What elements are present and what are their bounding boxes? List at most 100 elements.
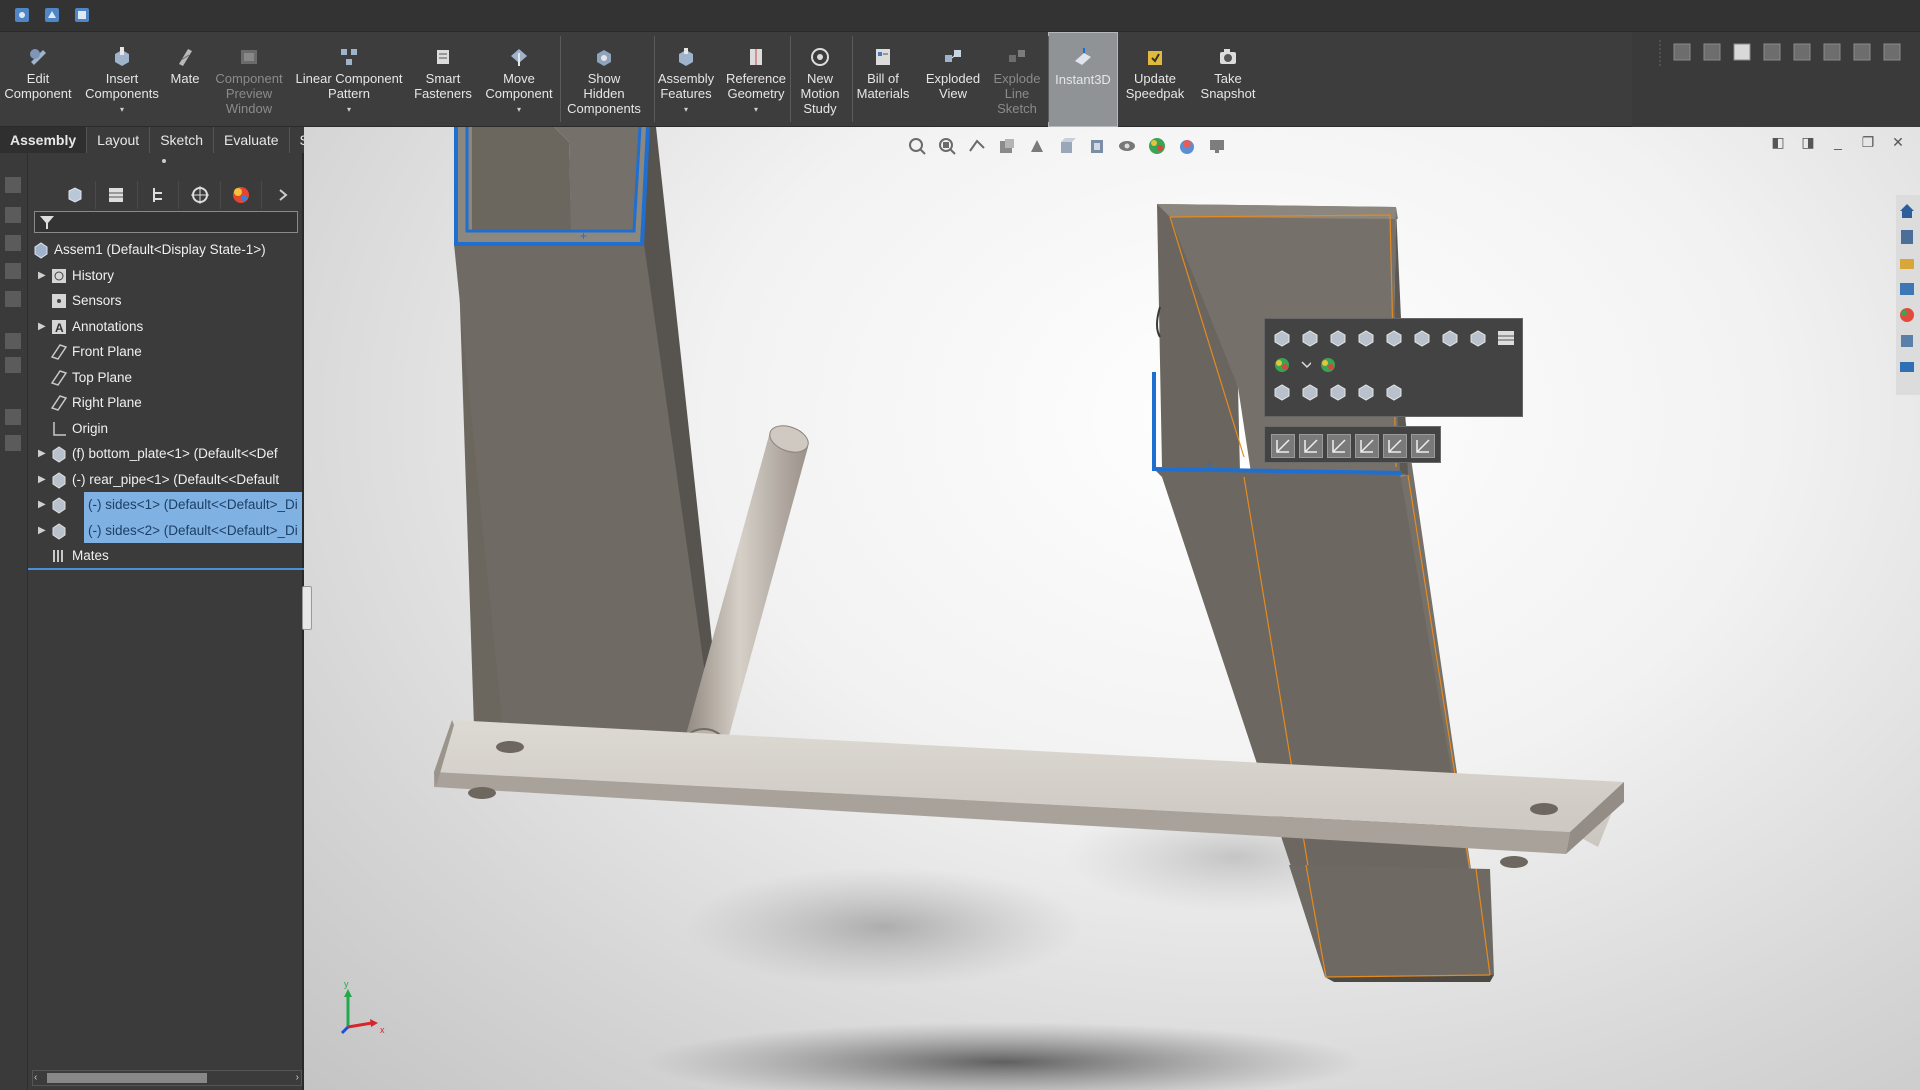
parallel-icon[interactable] xyxy=(1299,434,1323,458)
tree-node[interactable]: Top Plane xyxy=(28,365,304,391)
dynamic-annotation-icon[interactable] xyxy=(1025,135,1049,157)
expand-arrow-icon[interactable]: ▶ xyxy=(38,467,48,493)
linear-pattern-button[interactable]: Linear Component Pattern ▾ xyxy=(288,32,410,127)
assembly-features-button[interactable]: Assembly Features ▾ xyxy=(652,32,720,127)
edit-part-icon[interactable] xyxy=(1299,327,1321,349)
transparency-icon[interactable] xyxy=(1355,381,1377,403)
snapshot-button[interactable]: Take Snapshot xyxy=(1192,32,1264,127)
speedpak-button[interactable]: Update Speedpak xyxy=(1120,32,1190,127)
expand-arrow-icon[interactable]: ▶ xyxy=(38,518,48,544)
expand-tabs-icon[interactable] xyxy=(262,181,304,209)
scroll-right-icon[interactable]: › xyxy=(296,1072,299,1083)
tree-node[interactable]: ▶ (-) sides<1> (Default<<Default>_Di xyxy=(28,492,304,518)
isolate-icon[interactable] xyxy=(1271,381,1293,403)
insert-component-icon[interactable] xyxy=(1411,327,1433,349)
edit-component-button[interactable]: Edit Component xyxy=(0,32,76,127)
design-library-icon[interactable] xyxy=(1896,225,1918,249)
zoom-to-area-icon[interactable] xyxy=(935,135,959,157)
section-view-icon[interactable] xyxy=(995,135,1019,157)
distance-icon[interactable] xyxy=(1383,434,1407,458)
tree-node[interactable]: ▶ (-) sides<2> (Default<<Default>_Di xyxy=(28,517,304,544)
edit-appearance-icon[interactable] xyxy=(1145,135,1169,157)
close-icon[interactable]: ✕ xyxy=(1890,134,1906,150)
zoom-to-fit-icon[interactable] xyxy=(905,135,929,157)
panel-splitter[interactable] xyxy=(302,586,312,630)
appearances-icon[interactable] xyxy=(1896,303,1918,327)
lock-icon[interactable] xyxy=(1355,434,1379,458)
file-explorer-icon[interactable] xyxy=(1896,251,1918,275)
tab-sketch[interactable]: Sketch xyxy=(150,127,215,153)
minimize-icon[interactable]: _ xyxy=(1830,134,1846,150)
assembly-model-view[interactable]: + + xyxy=(304,127,1920,1090)
normal-to-icon[interactable] xyxy=(1327,381,1349,403)
smart-fasteners-button[interactable]: Smart Fasteners xyxy=(412,32,474,127)
hide-components-icon[interactable] xyxy=(1383,327,1405,349)
custom-properties-icon[interactable] xyxy=(1896,329,1918,353)
open-part-icon[interactable] xyxy=(1271,327,1293,349)
perpendicular-icon[interactable] xyxy=(1327,434,1351,458)
panel-grip[interactable] xyxy=(162,159,166,163)
display-manager-tab-icon[interactable] xyxy=(221,181,263,209)
view-settings-icon[interactable] xyxy=(1205,135,1229,157)
assembly-options-icon[interactable] xyxy=(40,4,64,26)
tree-node[interactable]: Origin xyxy=(28,416,304,442)
table-icon[interactable] xyxy=(1495,327,1517,349)
property-manager-tab-icon[interactable] xyxy=(96,181,138,209)
chevron-down-icon[interactable] xyxy=(1299,354,1311,376)
previous-view-icon[interactable] xyxy=(965,135,989,157)
tree-node[interactable]: ▶ (f) bottom_plate<1> (Default<<Def xyxy=(28,441,304,467)
bom-button[interactable]: Bill of Materials xyxy=(852,32,914,127)
tile-right-icon[interactable]: ◨ xyxy=(1800,134,1816,150)
appearance-edit-icon[interactable] xyxy=(1317,354,1339,376)
tree-filter-input[interactable] xyxy=(34,211,298,233)
chevron-down-icon[interactable]: ▾ xyxy=(684,102,688,117)
configuration-manager-tab-icon[interactable] xyxy=(138,181,180,209)
component-props-icon[interactable] xyxy=(1327,327,1349,349)
view-orientation-small-icon[interactable] xyxy=(1383,381,1405,403)
expand-arrow-icon[interactable]: ▶ xyxy=(38,441,48,467)
assembly-doc-icon[interactable] xyxy=(10,4,34,26)
display-style-icon[interactable] xyxy=(1085,135,1109,157)
insert-components-button[interactable]: Insert Components ▾ xyxy=(78,32,166,127)
view-palette-icon[interactable] xyxy=(1896,277,1918,301)
dimxpert-manager-tab-icon[interactable] xyxy=(179,181,221,209)
appearance-icon[interactable] xyxy=(1271,354,1293,376)
reference-geometry-button[interactable]: Reference Geometry ▾ xyxy=(722,32,790,127)
apply-scene-icon[interactable] xyxy=(1175,135,1199,157)
angle-icon[interactable] xyxy=(1411,434,1435,458)
tree-node[interactable]: Right Plane xyxy=(28,390,304,416)
exploded-view-button[interactable]: Exploded View xyxy=(918,32,988,127)
tab-layout[interactable]: Layout xyxy=(87,127,151,153)
motion-study-button[interactable]: New Motion Study xyxy=(790,32,850,127)
expand-arrow-icon[interactable]: ▶ xyxy=(38,263,48,289)
mate-small-icon[interactable] xyxy=(1355,327,1377,349)
chevron-down-icon[interactable]: ▾ xyxy=(754,102,758,117)
tree-node[interactable]: ▶ A Annotations xyxy=(28,314,304,340)
tab-assembly[interactable]: Assembly xyxy=(0,127,88,153)
mate-button[interactable]: Mate xyxy=(164,32,206,127)
sides-1-part[interactable]: + xyxy=(449,127,722,748)
move-component-button[interactable]: Move Component ▾ xyxy=(478,32,560,127)
mate-reference-icon[interactable] xyxy=(1467,327,1489,349)
smart-mate-icon[interactable] xyxy=(1439,327,1461,349)
tile-left-icon[interactable]: ◧ xyxy=(1770,134,1786,150)
tree-node[interactable]: Assem1 (Default<Display State-1>) xyxy=(28,237,304,263)
graphics-area[interactable]: + + y x xyxy=(304,127,1920,1090)
rollback-bar[interactable] xyxy=(28,568,304,570)
chevron-down-icon[interactable]: ▾ xyxy=(517,102,521,117)
tree-node[interactable]: Mates xyxy=(28,543,304,569)
home-icon[interactable] xyxy=(1896,199,1918,223)
tree-node[interactable]: Front Plane xyxy=(28,339,304,365)
coincident-icon[interactable] xyxy=(1271,434,1295,458)
expand-arrow-icon[interactable]: ▶ xyxy=(38,314,48,340)
scrollbar-thumb[interactable] xyxy=(47,1073,207,1083)
zoom-selection-icon[interactable] xyxy=(1299,381,1321,403)
horizontal-scrollbar[interactable]: ‹ › xyxy=(32,1070,302,1086)
solidworks-forum-icon[interactable] xyxy=(1896,355,1918,379)
hide-show-items-icon[interactable] xyxy=(1115,135,1139,157)
tab-evaluate[interactable]: Evaluate xyxy=(214,127,290,153)
chevron-down-icon[interactable]: ▾ xyxy=(120,102,124,117)
tree-node[interactable]: ▶ History xyxy=(28,263,304,289)
tree-node[interactable]: ▶ (-) rear_pipe<1> (Default<<Default xyxy=(28,467,304,493)
assembly-save-icon[interactable] xyxy=(70,4,94,26)
